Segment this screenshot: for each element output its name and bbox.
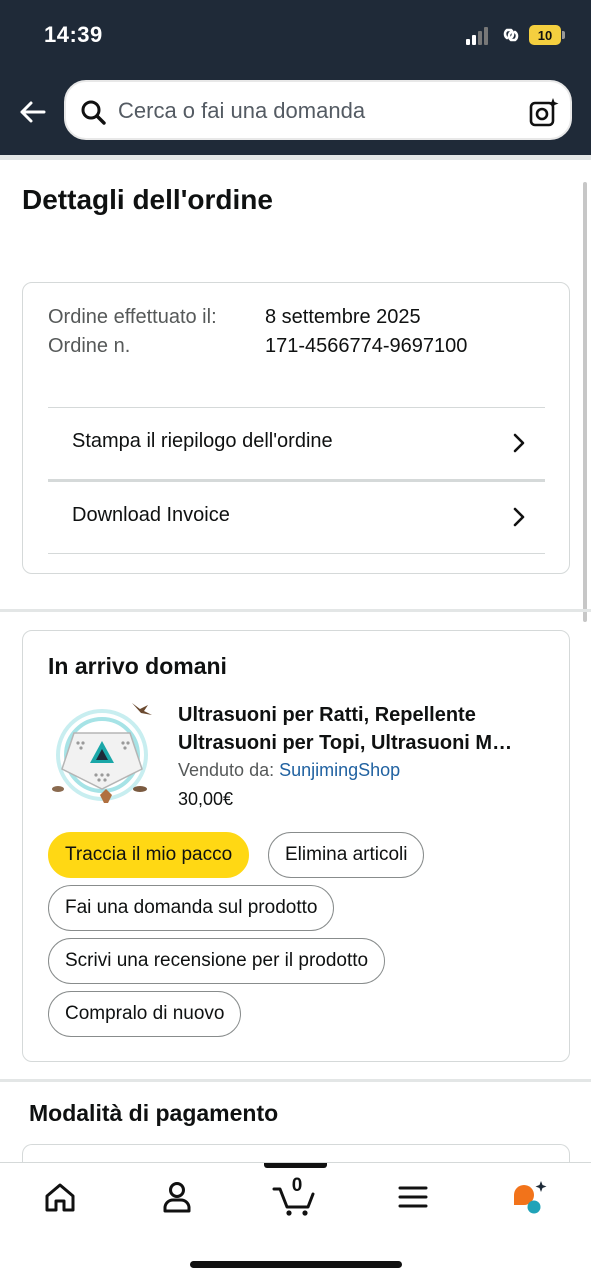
order-info-labels: Ordine effettuato il: Ordine n.	[48, 306, 217, 357]
seller-label: Venduto da:	[178, 760, 275, 780]
chevron-right-icon	[513, 433, 525, 453]
remove-items-button[interactable]: Elimina articoli	[268, 832, 425, 878]
section-divider	[0, 1079, 591, 1082]
order-info-card: Ordine effettuato il: Ordine n. 8 settem…	[22, 282, 570, 574]
order-info-values: 8 settembre 2025 171-4566774-9697100	[265, 303, 467, 360]
active-tab-indicator	[264, 1163, 327, 1168]
home-indicator	[190, 1261, 402, 1268]
home-icon[interactable]	[40, 1177, 80, 1217]
section-divider	[0, 609, 591, 612]
product-title[interactable]: Ultrasuoni per Ratti, Repellente Ultrasu…	[178, 701, 548, 757]
print-summary-label: Stampa il riepilogo dell'ordine	[72, 430, 333, 452]
product-image[interactable]	[48, 697, 160, 809]
ask-product-question-button[interactable]: Fai una domanda sul prodotto	[48, 885, 335, 931]
payment-method-title: Modalità di pagamento	[29, 1100, 279, 1126]
search-input[interactable]	[118, 94, 508, 128]
back-arrow-icon[interactable]	[16, 96, 48, 128]
app-header: 14:39 10	[0, 0, 591, 155]
personal-hotspot-icon	[503, 28, 519, 42]
status-bar: 14:39 10	[0, 0, 591, 70]
download-invoice-label: Download Invoice	[72, 504, 230, 526]
seller-link[interactable]: SunjimingShop	[279, 760, 400, 780]
scrollbar[interactable]	[583, 182, 587, 622]
order-number: 171-4566774-9697100	[265, 334, 468, 357]
rufus-ai-icon[interactable]	[510, 1177, 550, 1217]
header-divider	[0, 155, 591, 160]
camera-lens-icon[interactable]	[528, 96, 560, 128]
search-bar[interactable]	[64, 80, 572, 140]
buy-again-button[interactable]: Compralo di nuovo	[48, 991, 242, 1037]
delivery-status: In arrivo domani	[48, 653, 227, 679]
track-package-button[interactable]: Traccia il mio pacco	[48, 832, 250, 878]
search-icon	[81, 100, 106, 125]
shipment-card: In arrivo domani Ultrasuoni per Ratti, R…	[22, 630, 570, 1062]
battery-tip	[562, 31, 565, 39]
page-title: Dettagli dell'ordine	[22, 184, 273, 215]
seller-info: Venduto da: SunjimingShop	[178, 760, 400, 781]
account-icon[interactable]	[157, 1177, 197, 1217]
download-invoice-row[interactable]: Download Invoice	[48, 479, 545, 554]
write-review-button[interactable]: Scrivi una recensione per il prodotto	[48, 938, 386, 984]
chevron-right-icon	[513, 507, 525, 527]
cart-count: 0	[291, 1175, 303, 1196]
status-time: 14:39	[44, 22, 103, 47]
product-price: 30,00€	[178, 789, 234, 809]
cellular-signal-icon	[466, 27, 492, 45]
battery-icon: 10	[529, 25, 561, 45]
print-summary-row[interactable]: Stampa il riepilogo dell'ordine	[48, 407, 545, 480]
order-date: 8 settembre 2025	[265, 306, 421, 328]
menu-icon[interactable]	[393, 1177, 433, 1217]
row-divider	[48, 553, 545, 554]
